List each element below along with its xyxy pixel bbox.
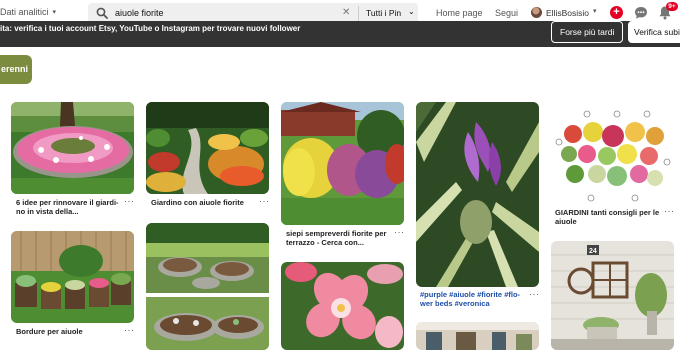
pin-image[interactable] xyxy=(281,102,404,225)
pin-image[interactable] xyxy=(281,262,404,350)
plus-icon[interactable]: + xyxy=(610,6,623,19)
chevron-down-icon: ▾ xyxy=(52,9,57,16)
pin-image[interactable] xyxy=(11,231,134,323)
analytics-label: Dati analitici xyxy=(0,7,49,17)
chat-icon[interactable] xyxy=(634,6,648,20)
pin-caption: 6 idee per rinnovare il giardi- no in vi… xyxy=(16,198,119,216)
pin-caption: siepi sempreverdi fiorite per terrazzo -… xyxy=(286,229,387,247)
analytics-menu[interactable]: Dati analitici ▾ xyxy=(0,7,56,17)
nav-home-link[interactable]: Home page xyxy=(436,8,483,18)
verify-button[interactable]: Verifica subito xyxy=(628,21,680,43)
pin-image[interactable]: 24 xyxy=(551,241,674,350)
later-button[interactable]: Forse più tardi xyxy=(551,21,624,43)
nav-following-link[interactable]: Segui xyxy=(495,8,518,18)
chevron-down-icon[interactable]: ⌄ xyxy=(408,7,415,16)
pin-image[interactable] xyxy=(11,102,134,194)
avatar[interactable] xyxy=(531,7,542,18)
clear-icon[interactable]: ✕ xyxy=(342,7,350,18)
svg-text:24: 24 xyxy=(589,248,597,255)
search-icon xyxy=(96,7,108,19)
pin-caption: Bordure per aiuole xyxy=(16,327,83,336)
search-scope-select[interactable]: Tutti i Pin xyxy=(366,8,401,18)
more-options-icon[interactable]: ··· xyxy=(124,196,135,206)
profile-name-link[interactable]: EllisBosisio xyxy=(546,8,589,18)
search-input[interactable]: aiuole fiorite xyxy=(115,8,164,18)
filter-chip[interactable]: erenni xyxy=(0,55,32,84)
more-options-icon[interactable]: ··· xyxy=(394,227,405,237)
more-options-icon[interactable]: ··· xyxy=(664,206,675,216)
pin-image[interactable] xyxy=(146,102,269,194)
chevron-down-icon[interactable]: ▾ xyxy=(593,7,597,15)
pin-caption: Giardino con aiuole fiorite xyxy=(151,198,244,207)
banner-text: ita: verifica i tuoi account Etsy, YouTu… xyxy=(0,24,301,33)
more-options-icon[interactable]: ··· xyxy=(529,289,540,299)
pin-image[interactable] xyxy=(416,322,539,350)
search-divider xyxy=(358,6,359,21)
pin-image[interactable] xyxy=(551,102,674,204)
verify-accounts-banner: ita: verifica i tuoi account Etsy, YouTu… xyxy=(0,21,680,47)
notifications-badge: 9+ xyxy=(666,2,678,11)
more-options-icon[interactable]: ··· xyxy=(259,196,270,206)
pin-image[interactable] xyxy=(416,102,539,287)
pin-caption: GIARDINI tanti consigli per le aiuole xyxy=(555,208,660,226)
pin-image[interactable] xyxy=(146,223,269,350)
pin-caption[interactable]: #purple #aiuole #fiorite #flo- wer beds … xyxy=(420,290,525,308)
more-options-icon[interactable]: ··· xyxy=(124,325,135,335)
